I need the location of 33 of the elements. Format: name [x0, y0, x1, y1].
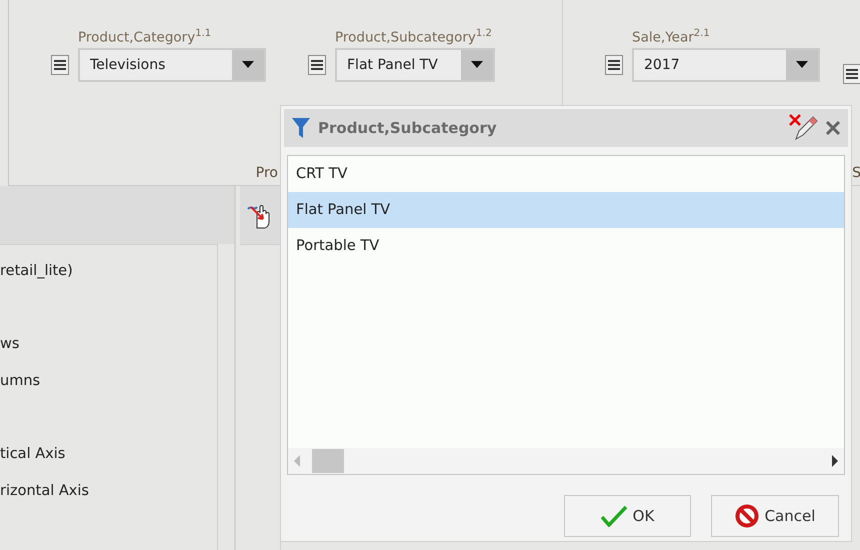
- caret-icon: [471, 61, 483, 68]
- combo-label: Product,Subcategory$^{1.2}$: [335, 28, 493, 46]
- tree-item[interactable]: rizontal Axis: [0, 473, 217, 510]
- menu-icon[interactable]: [843, 64, 860, 84]
- menu-icon[interactable]: [51, 54, 69, 74]
- combo-label: Product,Category$^{1.1}$: [78, 28, 212, 46]
- close-icon[interactable]: [826, 121, 840, 135]
- tree-item[interactable]: ws: [0, 326, 217, 363]
- list-item[interactable]: Portable TV: [288, 228, 844, 264]
- scroll-right-icon[interactable]: [832, 455, 838, 467]
- tree-item[interactable]: retail_lite): [0, 253, 217, 290]
- menu-icon[interactable]: [605, 54, 623, 74]
- eraser-pen-icon[interactable]: [788, 113, 818, 143]
- caret-icon: [796, 61, 808, 68]
- prohibited-icon: [734, 504, 759, 528]
- scrollbar-thumb[interactable]: [312, 449, 344, 473]
- dropdown[interactable]: Televisions: [78, 48, 266, 82]
- dropdown[interactable]: Flat Panel TV: [335, 48, 495, 82]
- menu-icon[interactable]: [308, 54, 326, 74]
- group-caption: S: [852, 165, 860, 183]
- ok-button[interactable]: OK: [564, 495, 691, 537]
- dropdown[interactable]: 2017: [632, 48, 820, 82]
- list-item[interactable]: CRT TV: [288, 156, 844, 192]
- combo-label: Sale,Year$^{2.1}$: [632, 28, 711, 46]
- tree-item[interactable]: tical Axis: [0, 436, 217, 473]
- cancel-button[interactable]: Cancel: [711, 495, 839, 537]
- dialog-title: Product,Subcategory: [318, 119, 498, 137]
- tree-item[interactable]: umns: [0, 363, 217, 400]
- caret-icon: [242, 61, 254, 68]
- group-caption: Pro: [256, 165, 278, 183]
- funnel-icon: [292, 118, 310, 138]
- list-item[interactable]: Flat Panel TV: [288, 192, 844, 228]
- checkmark-icon: [600, 505, 627, 527]
